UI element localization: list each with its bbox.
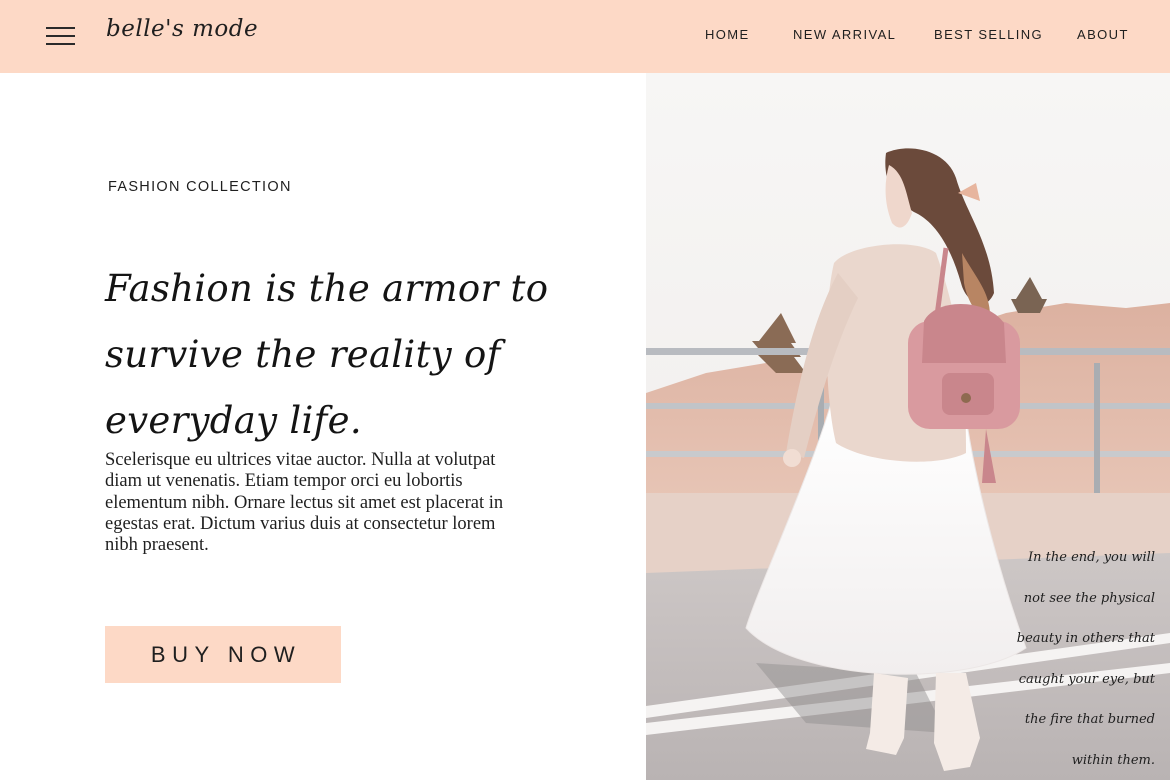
hamburger-menu-icon[interactable] bbox=[46, 27, 75, 45]
nav-about[interactable]: ABOUT bbox=[1077, 27, 1129, 42]
menu-bar bbox=[46, 27, 75, 29]
collection-eyebrow: FASHION COLLECTION bbox=[108, 179, 292, 195]
menu-bar bbox=[46, 35, 75, 37]
menu-bar bbox=[46, 43, 75, 45]
site-header: belle's mode HOME NEW ARRIVAL BEST SELLI… bbox=[0, 0, 1170, 73]
nav-new-arrival[interactable]: NEW ARRIVAL bbox=[793, 27, 896, 42]
hero-photo: In the end, you will not see the physica… bbox=[646, 73, 1170, 780]
buy-now-button[interactable]: BUY NOW bbox=[105, 626, 341, 683]
nav-home[interactable]: HOME bbox=[705, 27, 750, 42]
hero-headline: Fashion is the armor to survive the real… bbox=[105, 267, 549, 442]
nav-best-selling[interactable]: BEST SELLING bbox=[934, 27, 1043, 42]
site-logo[interactable]: belle's mode bbox=[106, 16, 258, 42]
hero-quote: In the end, you will not see the physica… bbox=[1016, 550, 1155, 768]
hero-description: Scelerisque eu ultrices vitae auctor. Nu… bbox=[105, 450, 504, 556]
